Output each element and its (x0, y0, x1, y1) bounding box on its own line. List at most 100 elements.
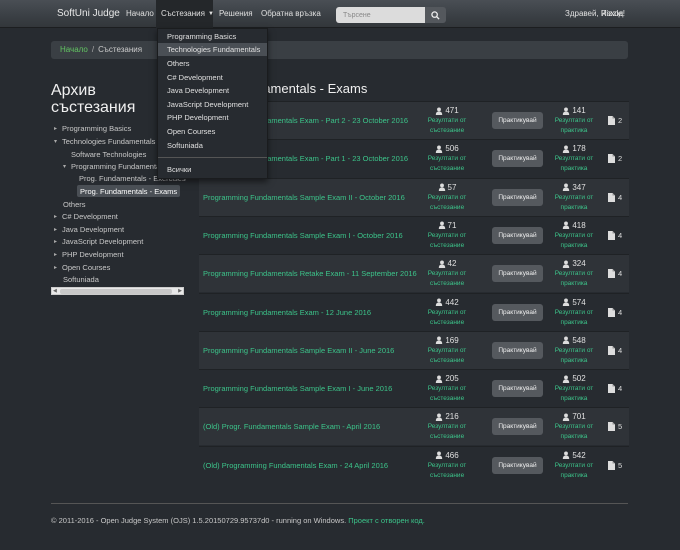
practice-results-link[interactable]: Резултати от практика (555, 117, 594, 134)
chevron-right-icon[interactable]: ▸ (54, 226, 62, 233)
contest-count-value: 42 (447, 259, 457, 269)
contest-results-link[interactable]: Резултати от състезание (428, 309, 467, 326)
chevron-right-icon[interactable]: ▸ (54, 264, 62, 271)
practice-results-link[interactable]: Резултати от практика (555, 194, 594, 211)
practice-results-link[interactable]: Резултати от практика (555, 423, 594, 440)
practice-button[interactable]: Практикувай (492, 303, 543, 321)
nav-home[interactable]: Начало (126, 9, 154, 18)
table-row: Programming Fundamentals Sample Exam I -… (199, 369, 629, 408)
open-source-link[interactable]: Проект с отворен код. (348, 516, 425, 525)
chevron-right-icon[interactable]: ▸ (54, 238, 62, 245)
files-download[interactable]: 5 (608, 422, 622, 432)
files-download[interactable]: 2 (608, 154, 622, 164)
dropdown-item-hovered[interactable]: Technologies Fundamentals (158, 43, 267, 56)
files-download[interactable]: 4 (608, 345, 622, 355)
tree-horizontal-scrollbar[interactable]: ◀ ▶ (51, 287, 184, 295)
tree-item[interactable]: ▾ Technologies Fundamentals (54, 135, 155, 147)
dropdown-item[interactable]: C# Development (158, 71, 267, 84)
contest-name-link[interactable]: Programming Fundamentals Sample Exam II … (203, 193, 405, 202)
practice-results-link[interactable]: Резултати от практика (555, 309, 594, 326)
contest-results-link[interactable]: Резултати от състезание (428, 194, 467, 211)
contest-name-link[interactable]: Programming Fundamentals Sample Exam I -… (203, 384, 392, 393)
files-count: 4 (618, 269, 623, 279)
breadcrumb-home[interactable]: Начало (60, 45, 88, 54)
scroll-left-icon[interactable]: ◀ (53, 288, 57, 294)
search-button[interactable] (425, 7, 446, 23)
practice-results-link[interactable]: Резултати от практика (555, 232, 594, 249)
tree-item[interactable]: ▸ C# Development (54, 210, 118, 222)
contest-results-link[interactable]: Резултати от състезание (428, 385, 467, 402)
contest-results-link[interactable]: Резултати от състезание (428, 347, 467, 364)
chevron-down-icon[interactable]: ▾ (54, 138, 62, 145)
tree-item[interactable]: ▾ Programming Fundamentals (63, 160, 166, 172)
dropdown-item[interactable]: Others (158, 57, 267, 70)
contest-results-link[interactable]: Резултати от състезание (428, 270, 467, 287)
practice-results-link[interactable]: Резултати от практика (555, 270, 594, 287)
dropdown-item[interactable]: JavaScript Development (158, 98, 267, 111)
files-download[interactable]: 4 (608, 192, 622, 202)
practice-button[interactable]: Практикувай (492, 226, 543, 244)
contest-name-link[interactable]: Programming Fundamentals Retake Exam - 1… (203, 269, 417, 278)
contest-count-value: 216 (445, 412, 459, 422)
contest-results-link[interactable]: Резултати от състезание (428, 423, 467, 440)
contest-results-link[interactable]: Резултати от състезание (428, 462, 467, 479)
chevron-right-icon[interactable]: ▸ (54, 213, 62, 220)
chevron-down-icon[interactable]: ▾ (63, 163, 71, 170)
chevron-right-icon[interactable]: ▸ (54, 125, 62, 132)
practice-results-link[interactable]: Резултати от практика (555, 385, 594, 402)
contest-name-link[interactable]: (Old) Programming Fundamentals Exam - 24… (203, 461, 388, 470)
tree-item[interactable]: ▸ Programming Basics (54, 122, 131, 134)
practice-button[interactable]: Практикувай (492, 265, 543, 283)
practice-button[interactable]: Практикувай (492, 112, 543, 129)
tree-item[interactable]: ▸ JavaScript Development (54, 235, 143, 247)
dropdown-item-all[interactable]: Всички (158, 163, 267, 176)
contest-name-link[interactable]: Programming Fundamentals Sample Exam II … (203, 346, 394, 355)
contest-results-link[interactable]: Резултати от състезание (428, 232, 467, 249)
contest-results-link[interactable]: Резултати от състезание (428, 155, 467, 172)
search-input[interactable]: Търсене (336, 7, 425, 23)
files-download[interactable]: 4 (608, 269, 623, 279)
scroll-right-icon[interactable]: ▶ (178, 288, 182, 294)
contest-name-link[interactable]: (Old) Progr. Fundamentals Sample Exam - … (203, 422, 380, 431)
scrollbar-thumb[interactable] (60, 289, 172, 294)
dropdown-item[interactable]: PHP Development (158, 111, 267, 124)
tree-item[interactable]: ▸ Java Development (54, 223, 124, 235)
files-download[interactable]: 5 (608, 460, 622, 470)
contest-name-link[interactable]: Programming Fundamentals Exam - 12 June … (203, 308, 371, 317)
tree-item[interactable]: Others (63, 198, 86, 210)
practice-results-link[interactable]: Резултати от практика (555, 347, 594, 364)
files-download[interactable]: 2 (608, 116, 622, 125)
practice-results-link[interactable]: Резултати от практика (555, 462, 594, 479)
files-download[interactable]: 4 (608, 384, 622, 394)
contest-results-link[interactable]: Резултати от състезание (428, 117, 467, 134)
practice-button[interactable]: Практикувай (492, 418, 543, 436)
dropdown-item[interactable]: Softuniada (158, 139, 267, 152)
practice-button[interactable]: Практикувай (492, 456, 543, 474)
brand-logo[interactable]: SoftUni Judge (57, 8, 120, 19)
contest-results: 205 Резултати от състезание (417, 374, 477, 403)
dropdown-item[interactable]: Programming Basics (158, 30, 267, 43)
tree-item-selected[interactable]: Prog. Fundamentals - Exams (77, 185, 181, 197)
tree-item[interactable]: Software Technologies (71, 148, 146, 160)
dropdown-item[interactable]: Open Courses (158, 125, 267, 138)
practice-results-link[interactable]: Резултати от практика (555, 155, 594, 172)
files-download[interactable]: 4 (608, 307, 622, 317)
nav-submissions[interactable]: Решения (219, 9, 253, 18)
practice-button[interactable]: Практикувай (492, 188, 543, 206)
user-icon (436, 413, 443, 421)
logout-link[interactable]: Изход (601, 9, 623, 18)
files-download[interactable]: 4 (608, 230, 622, 240)
practice-button[interactable]: Практикувай (492, 150, 543, 168)
tree-item[interactable]: ▸ Open Courses (54, 261, 110, 273)
breadcrumb-current: Състезания (98, 45, 143, 54)
practice-results: 574 Резултати от практика (544, 298, 604, 327)
practice-button[interactable]: Практикувай (492, 380, 543, 398)
practice-button[interactable]: Практикувай (492, 341, 543, 359)
nav-feedback[interactable]: Обратна връзка (261, 9, 321, 18)
nav-contests[interactable]: Състезания ▼ (161, 9, 214, 18)
tree-item[interactable]: ▸ PHP Development (54, 248, 124, 260)
chevron-right-icon[interactable]: ▸ (54, 251, 62, 258)
contest-name-link[interactable]: Programming Fundamentals Sample Exam I -… (203, 231, 403, 240)
tree-item[interactable]: Softuniada (63, 273, 99, 285)
dropdown-item[interactable]: Java Development (158, 84, 267, 97)
